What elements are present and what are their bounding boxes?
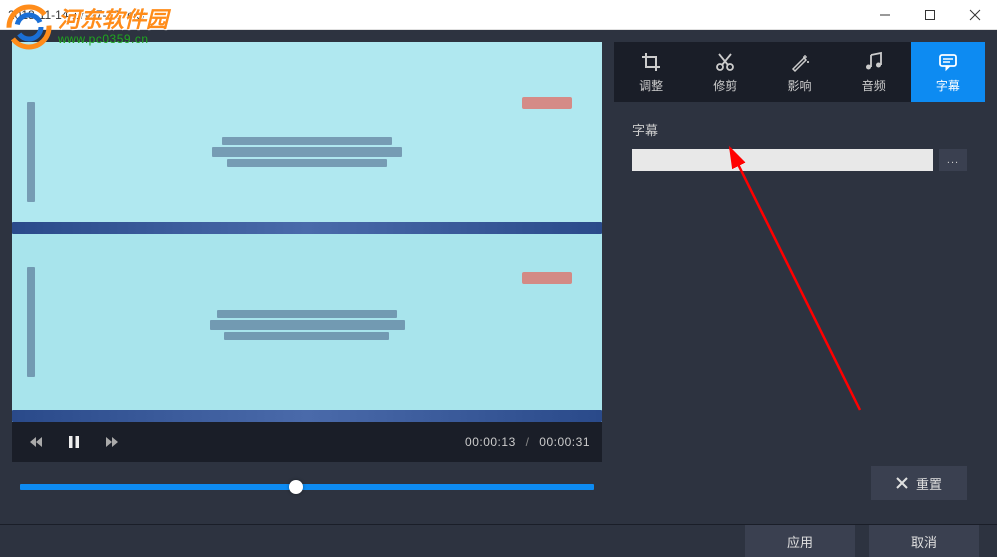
minimize-icon (880, 10, 890, 20)
progress-slider[interactable] (20, 484, 594, 490)
maximize-icon (925, 10, 935, 20)
subtitle-label: 字幕 (632, 120, 967, 139)
bottom-bar: 应用 取消 (0, 524, 997, 557)
watermark-logo-icon (6, 4, 52, 50)
progress-area (12, 462, 602, 512)
tab-subtitle[interactable]: 字幕 (911, 42, 985, 102)
cancel-button[interactable]: 取消 (869, 525, 979, 557)
reset-label: 重置 (916, 474, 942, 493)
reset-button[interactable]: 重置 (871, 466, 967, 500)
cancel-label: 取消 (911, 532, 937, 551)
tab-effect-label: 影响 (788, 77, 812, 94)
apply-button[interactable]: 应用 (745, 525, 855, 557)
tab-audio[interactable]: 音频 (837, 42, 911, 102)
playback-controls: 00:00:13 / 00:00:31 (12, 422, 602, 462)
tab-trim[interactable]: 修剪 (688, 42, 762, 102)
close-x-icon (896, 477, 908, 489)
time-separator: / (520, 435, 536, 449)
video-preview[interactable] (12, 42, 602, 422)
apply-label: 应用 (787, 532, 813, 551)
subtitle-panel: 字幕 ... 重置 (614, 102, 985, 512)
crop-icon (640, 51, 662, 73)
subtitle-input-row: ... (632, 149, 967, 171)
chat-icon (937, 51, 959, 73)
tab-trim-label: 修剪 (713, 77, 737, 94)
tab-subtitle-label: 字幕 (936, 77, 960, 94)
tab-effect[interactable]: 影响 (762, 42, 836, 102)
watermark-url: www.pc0359.cn (58, 33, 168, 46)
edit-panel: 调整 修剪 影响 音频 (614, 42, 985, 512)
browse-label: ... (947, 154, 959, 166)
watermark-name: 河东软件园 (58, 8, 168, 32)
tab-bar: 调整 修剪 影响 音频 (614, 42, 985, 102)
reset-row: 重置 (632, 456, 967, 500)
playback-time: 00:00:13 / 00:00:31 (465, 435, 590, 449)
minimize-button[interactable] (862, 0, 907, 29)
window-controls (862, 0, 997, 29)
browse-button[interactable]: ... (939, 149, 967, 171)
current-time: 00:00:13 (465, 435, 516, 449)
rewind-icon (29, 435, 43, 449)
scissors-icon (714, 51, 736, 73)
pause-icon (68, 435, 80, 449)
forward-icon (105, 435, 119, 449)
close-icon (970, 10, 980, 20)
music-icon (863, 51, 885, 73)
watermark: 河东软件园 www.pc0359.cn (0, 0, 174, 54)
tab-adjust[interactable]: 调整 (614, 42, 688, 102)
tab-audio-label: 音频 (862, 77, 886, 94)
forward-button[interactable] (100, 430, 124, 454)
sparkle-icon (789, 51, 811, 73)
pause-button[interactable] (62, 430, 86, 454)
subtitle-path-input[interactable] (632, 149, 933, 171)
app-window: 2018-11-14 17-27-22.mkv 河东软件园 www.pc0359… (0, 0, 997, 551)
main-content: 00:00:13 / 00:00:31 调整 (0, 30, 997, 524)
tab-adjust-label: 调整 (639, 77, 663, 94)
maximize-button[interactable] (907, 0, 952, 29)
progress-handle[interactable] (289, 480, 303, 494)
video-panel: 00:00:13 / 00:00:31 (12, 42, 602, 512)
rewind-button[interactable] (24, 430, 48, 454)
close-button[interactable] (952, 0, 997, 29)
total-time: 00:00:31 (539, 435, 590, 449)
